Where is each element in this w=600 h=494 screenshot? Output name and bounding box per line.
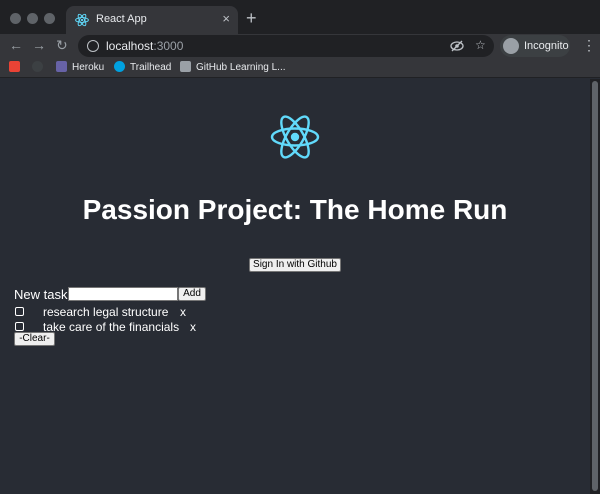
forward-icon[interactable]: → [32,37,46,53]
react-favicon-icon [75,13,89,27]
scrollbar-thumb[interactable] [592,81,598,491]
github-learning-icon [180,61,191,72]
bookmark-github[interactable] [32,61,48,73]
url-host: localhost [106,39,154,53]
task-checkbox[interactable] [15,307,24,316]
page-content: Passion Project: The Home Run Sign In wi… [0,79,590,494]
tab-close-icon[interactable]: × [222,11,230,26]
react-logo-icon [270,115,320,159]
browser-window: React App × + ← → ↻ localhost:3000 ☆ Inc… [0,0,600,494]
back-icon[interactable]: ← [9,37,23,53]
browser-toolbar: ← → ↻ localhost:3000 ☆ Incognito ⋮ [0,34,600,58]
gmail-icon [9,61,20,72]
heroku-icon [56,61,67,72]
bookmark-label: Trailhead [130,62,172,73]
bookmark-gmail[interactable] [9,61,25,73]
delete-task-button[interactable]: x [190,320,196,334]
bookmark-trailhead[interactable]: Trailhead [114,61,171,73]
bookmark-github-learning[interactable]: GitHub Learning L... [180,61,286,73]
new-task-input[interactable] [68,287,178,301]
close-window-button[interactable] [10,13,21,24]
minimize-window-button[interactable] [27,13,38,24]
task-text: research legal structure [43,305,169,319]
bookmarks-bar: Heroku Trailhead GitHub Learning L... [0,58,600,78]
eye-slash-icon[interactable] [450,40,464,52]
delete-task-button[interactable]: x [180,305,186,319]
task-text: take care of the financials [43,320,180,334]
task-item: take care of the financials x [14,320,314,334]
task-item: research legal structure x [14,305,314,319]
tab-bar: React App × + [0,0,600,34]
page-scrollbar[interactable] [590,79,600,494]
url-text: localhost:3000 [106,39,183,53]
incognito-profile[interactable]: Incognito [500,35,570,57]
task-checkbox[interactable] [15,322,24,331]
browser-menu-icon[interactable]: ⋮ [582,37,596,54]
add-task-button[interactable]: Add [178,287,206,301]
address-bar[interactable]: localhost:3000 ☆ [78,35,494,57]
reload-icon[interactable]: ↻ [56,37,68,54]
site-info-icon[interactable] [87,40,99,52]
new-tab-button[interactable]: + [246,8,257,29]
clear-tasks-button[interactable]: -Clear- [14,332,55,346]
sign-in-github-button[interactable]: Sign In with Github [249,258,341,272]
bookmark-label: GitHub Learning L... [196,62,286,73]
incognito-icon [503,38,519,54]
incognito-label: Incognito [524,40,569,52]
tab-react-app[interactable]: React App × [66,6,238,34]
bookmark-label: Heroku [72,62,105,73]
maximize-window-button[interactable] [44,13,55,24]
page-title: Passion Project: The Home Run [82,194,508,225]
github-icon [32,61,43,72]
new-task-label: New task: [14,287,72,302]
trailhead-icon [114,61,125,72]
bookmark-heroku[interactable]: Heroku [56,61,104,73]
bookmark-star-icon[interactable]: ☆ [475,38,486,52]
url-port: :3000 [153,39,184,53]
tab-title: React App [96,13,147,25]
